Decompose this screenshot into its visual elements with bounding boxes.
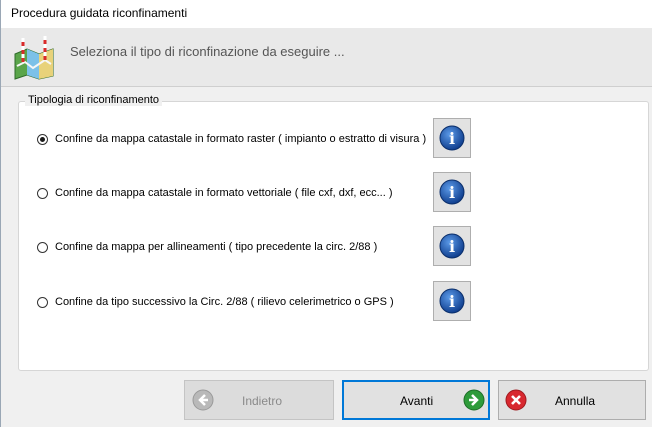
svg-text:i: i: [449, 129, 455, 148]
info-icon: i: [439, 125, 465, 151]
info-button-circ-288[interactable]: i: [433, 281, 471, 321]
radio-button-selected[interactable]: [37, 133, 48, 145]
svg-text:i: i: [449, 292, 455, 311]
info-button-vettoriale[interactable]: i: [433, 172, 471, 212]
radio-button[interactable]: [37, 187, 48, 199]
riconfinamento-type-group: Tipologia di riconfinamento Confine da m…: [18, 94, 649, 371]
next-button[interactable]: Avanti: [342, 380, 490, 420]
cancel-button-label: Annulla: [555, 394, 596, 408]
option-allineamenti[interactable]: Confine da mappa per allineamenti ( tipo…: [37, 238, 377, 256]
wizard-window: Procedura guidata riconfinamenti Selezio…: [0, 0, 652, 427]
option-label: Confine da mappa catastale in formato ra…: [55, 133, 427, 145]
title-bar: Procedura guidata riconfinamenti: [1, 0, 652, 28]
arrow-right-icon: [463, 389, 485, 414]
radio-button[interactable]: [37, 241, 48, 253]
option-label: Confine da tipo successivo la Circ. 2/88…: [55, 296, 394, 308]
header-subtitle: Seleziona il tipo di riconfinazione da e…: [70, 44, 345, 59]
option-label: Confine da mappa catastale in formato ve…: [55, 187, 393, 199]
svg-text:i: i: [449, 237, 455, 256]
option-label: Confine da mappa per allineamenti ( tipo…: [55, 241, 378, 253]
svg-text:i: i: [449, 183, 455, 202]
next-button-label: Avanti: [400, 394, 434, 408]
arrow-left-icon: [192, 389, 214, 414]
info-button-allineamenti[interactable]: i: [433, 226, 471, 266]
wizard-header: Seleziona il tipo di riconfinazione da e…: [1, 28, 652, 87]
window-title: Procedura guidata riconfinamenti: [11, 6, 188, 20]
info-icon: i: [439, 179, 465, 205]
radio-button[interactable]: [37, 296, 48, 308]
info-button-raster[interactable]: i: [433, 118, 471, 158]
option-vettoriale[interactable]: Confine da mappa catastale in formato ve…: [37, 184, 393, 202]
group-legend: Tipologia di riconfinamento: [25, 94, 163, 106]
close-icon: [505, 389, 527, 414]
back-button-label: Indietro: [242, 394, 283, 408]
map-pins-icon: [11, 32, 59, 80]
back-button[interactable]: Indietro: [184, 380, 334, 420]
cancel-button[interactable]: Annulla: [498, 380, 646, 420]
option-circ-288[interactable]: Confine da tipo successivo la Circ. 2/88…: [37, 293, 394, 311]
info-icon: i: [439, 233, 465, 259]
option-raster[interactable]: Confine da mappa catastale in formato ra…: [37, 130, 426, 148]
info-icon: i: [439, 288, 465, 314]
